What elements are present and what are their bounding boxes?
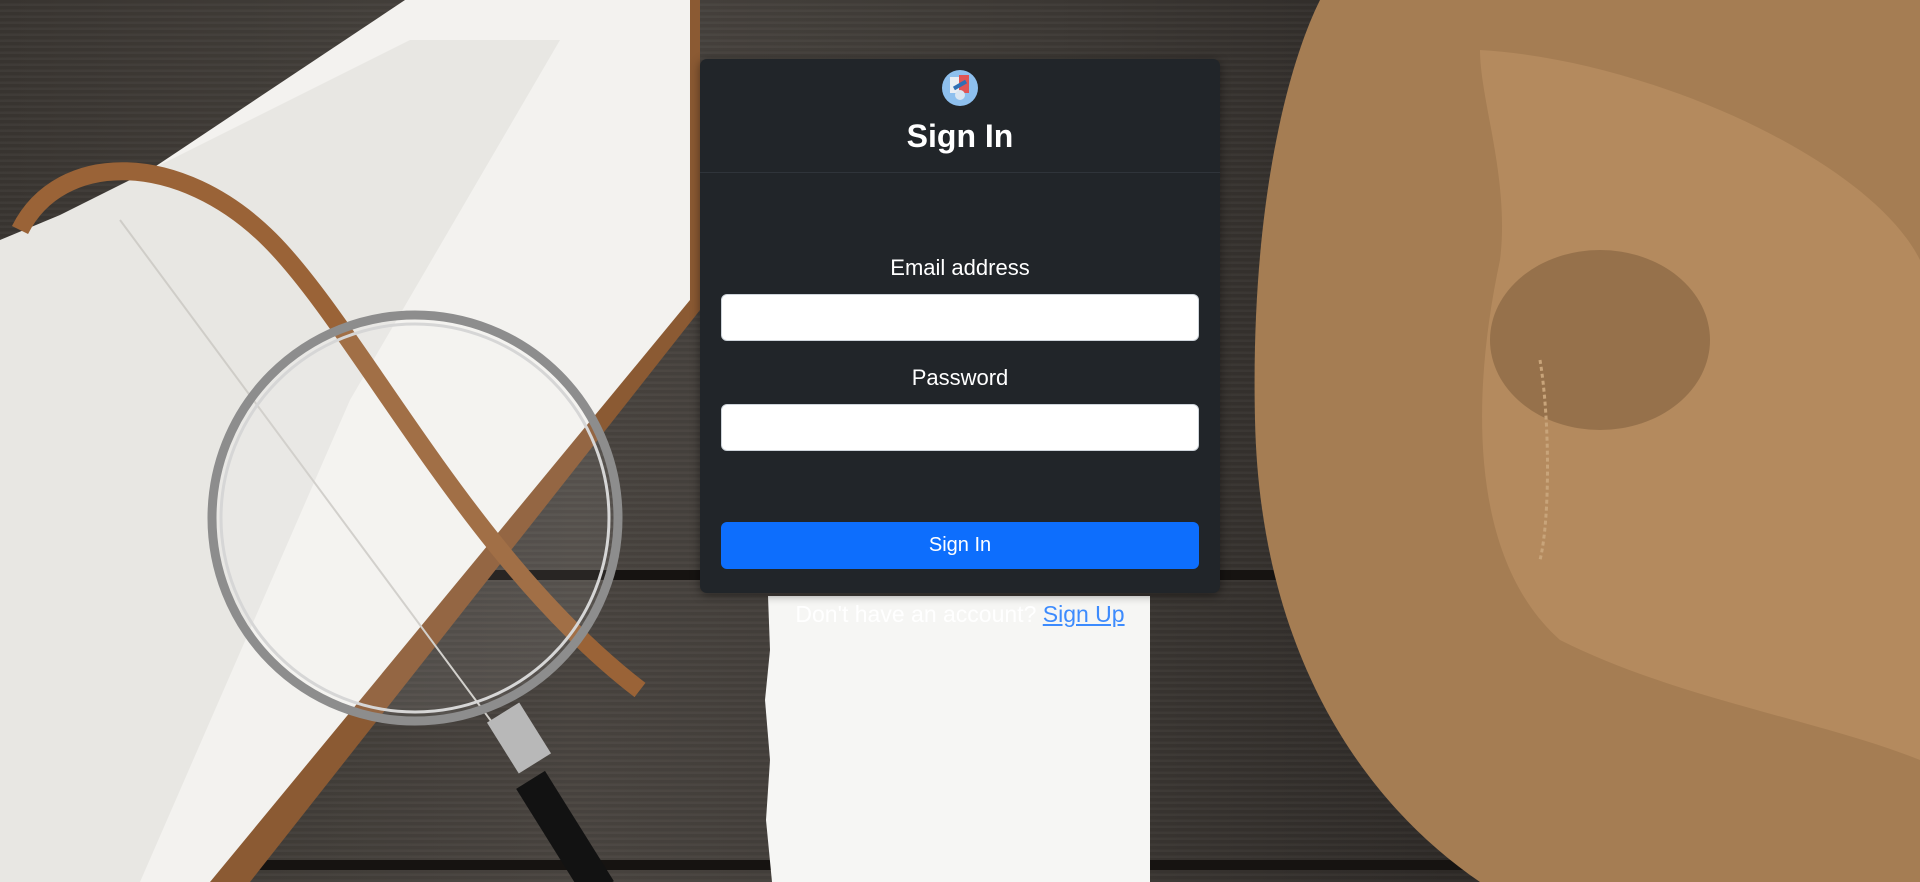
page-title: Sign In [906, 118, 1014, 154]
sign-up-link[interactable]: Sign Up [1043, 601, 1125, 627]
paper-slip-illustration [765, 596, 1150, 882]
password-field[interactable] [721, 404, 1199, 451]
signup-prompt: Don't have an account? Sign Up [700, 599, 1220, 629]
email-field[interactable] [721, 294, 1199, 341]
sign-in-card: Sign In Email address Password Sign In D… [700, 59, 1220, 627]
hat-illustration [1254, 0, 1920, 882]
password-label: Password [911, 365, 1009, 390]
sign-in-button[interactable]: Sign In [721, 522, 1199, 569]
app-logo-icon [942, 70, 978, 106]
signup-prompt-text: Don't have an account? [795, 601, 1037, 627]
email-label: Email address [890, 255, 1030, 280]
card-header: Sign In [700, 59, 1220, 173]
